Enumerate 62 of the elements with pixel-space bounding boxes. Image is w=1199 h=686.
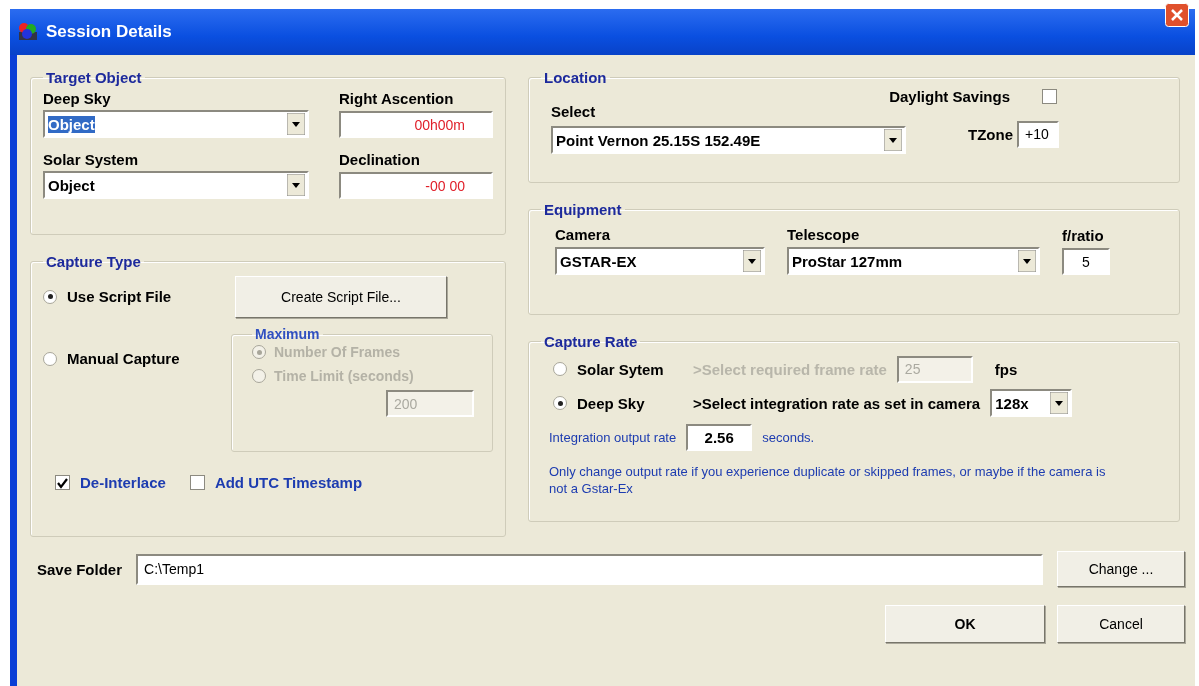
create-script-button[interactable]: Create Script File... (235, 276, 447, 318)
field-label: Declination (339, 151, 421, 168)
group-title: Maximum (254, 326, 321, 342)
text-field[interactable]: -00 00 (339, 172, 493, 199)
field-label: Save Folder (37, 560, 123, 578)
dropdown-arrow-icon (884, 129, 902, 151)
radio-label: Number Of Frames (274, 344, 401, 360)
radio-button[interactable] (43, 289, 57, 304)
checkbox-label: De-Interlace (80, 474, 166, 491)
app-icon (18, 22, 38, 42)
group-title: Capture Type (45, 253, 142, 270)
checkbox[interactable] (1042, 89, 1057, 104)
window-title: Session Details (46, 22, 172, 42)
dropdown-arrow-icon (287, 174, 305, 196)
radio-label: Use Script File (67, 288, 172, 305)
checkbox[interactable] (55, 475, 70, 490)
radio-button[interactable] (553, 396, 567, 410)
radio-label: Deep Sky (577, 394, 646, 412)
field-label: Integration output rate (549, 430, 677, 445)
dropdown[interactable]: ProStar 127mm (787, 247, 1040, 275)
text-field[interactable]: 2.56 (686, 424, 753, 451)
unit-label: fps (994, 360, 1018, 378)
note-text: Only change output rate if you experience duplicate or skipped frames, or maybe if the camera is not a Gstar-Ex (549, 463, 1107, 497)
dropdown-arrow-icon (1018, 250, 1036, 272)
close-icon[interactable] (1165, 3, 1189, 27)
ok-button[interactable]: OK (885, 605, 1045, 643)
dropdown-arrow-icon (287, 113, 305, 135)
field-label: Right Ascention (339, 90, 455, 107)
group-title: Target Object (45, 69, 143, 86)
radio-label: Solar Sytem (577, 360, 665, 378)
hint-text: >Select integration rate as set in camera (693, 394, 981, 412)
field-label: Deep Sky (43, 90, 112, 107)
dropdown[interactable]: 128x (990, 389, 1073, 417)
field-label: Camera (555, 226, 612, 243)
group-title: Capture Rate (543, 333, 639, 350)
dropdown[interactable]: Point Vernon 25.15S 152.49E (551, 126, 906, 154)
dropdown-arrow-icon (743, 250, 761, 272)
check-icon (56, 476, 69, 489)
dropdown-arrow-icon (1050, 392, 1069, 414)
radio-button[interactable] (43, 351, 57, 366)
group-title: Equipment (543, 201, 623, 218)
checkbox[interactable] (189, 475, 205, 490)
cancel-button[interactable]: Cancel (1057, 605, 1185, 643)
field-label: Solar System (43, 151, 140, 168)
field-label: TZone (968, 125, 1013, 143)
dropdown[interactable]: Object (43, 171, 309, 199)
radio-label: Manual Capture (67, 350, 180, 367)
unit-label: seconds. (762, 430, 815, 445)
change-button[interactable]: Change ... (1057, 551, 1185, 587)
text-field[interactable]: 5 (1062, 248, 1110, 275)
field-label: Select (551, 103, 597, 120)
field-label: Telescope (787, 226, 861, 243)
group-title: Location (543, 69, 608, 86)
text-field[interactable]: C:\Temp1 (136, 553, 1043, 585)
dropdown[interactable]: Object (43, 110, 309, 138)
field-label: f/ratio (1062, 227, 1105, 244)
dropdown[interactable]: GSTAR-EX (555, 247, 765, 275)
field-label: Daylight Savings (889, 88, 1010, 105)
text-field[interactable]: 00h00m (339, 111, 493, 138)
radio-label: Time Limit (seconds) (274, 368, 414, 384)
checkbox-label: Add UTC Timestamp (214, 474, 363, 491)
text-field[interactable]: +10 (1017, 120, 1059, 148)
